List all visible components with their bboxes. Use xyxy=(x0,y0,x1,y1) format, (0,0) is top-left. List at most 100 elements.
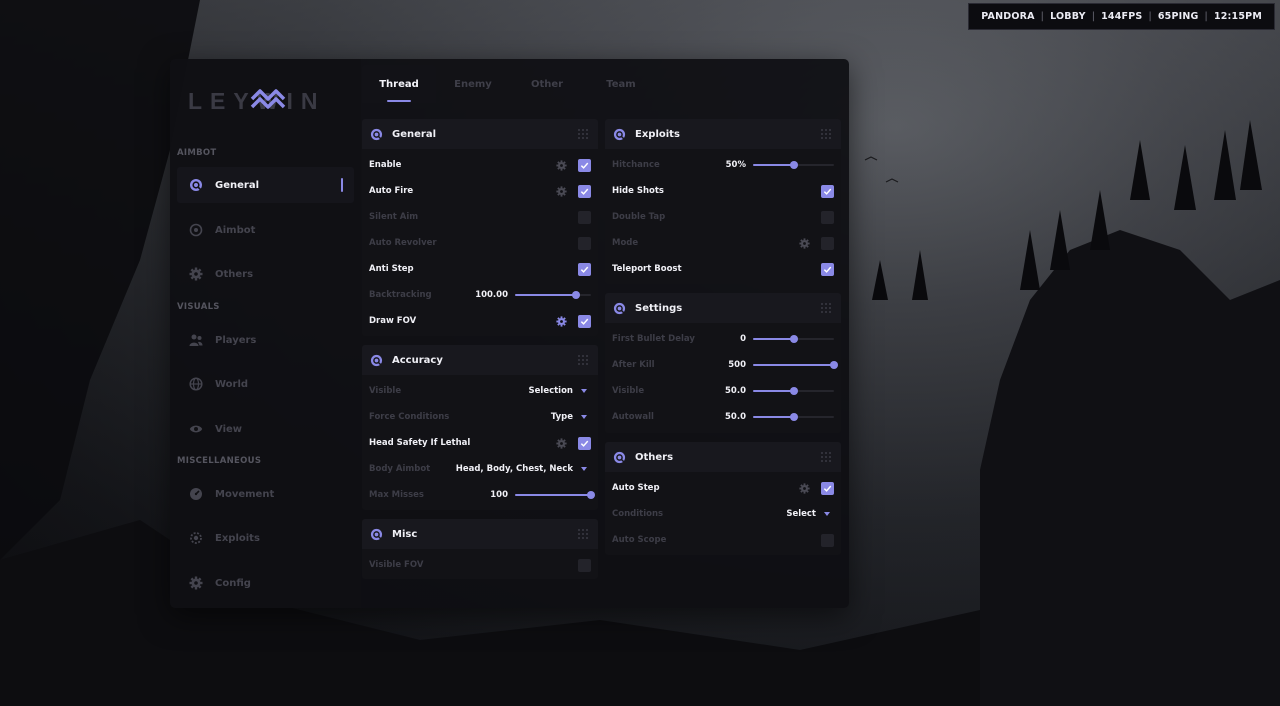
checkbox[interactable] xyxy=(578,158,591,172)
slider[interactable] xyxy=(515,488,595,502)
tab-bar: Thread Enemy Other Team xyxy=(362,65,658,105)
checkbox[interactable] xyxy=(578,210,591,224)
option-autowall: Autowall 50.0 xyxy=(605,404,841,430)
slider-knob[interactable] xyxy=(830,361,838,369)
checkbox[interactable] xyxy=(821,481,834,495)
tab-thread[interactable]: Thread xyxy=(362,65,436,103)
dropdown-value: Head, Body, Chest, Neck xyxy=(455,464,573,474)
option-label: Conditions xyxy=(612,509,664,519)
sidebar-item-movement[interactable]: Movement xyxy=(177,476,354,512)
dropdown[interactable]: Type xyxy=(551,412,587,422)
slider-knob[interactable] xyxy=(789,387,798,395)
option-label: Auto Step xyxy=(612,483,660,493)
option-double-tap: Double Tap xyxy=(605,204,841,230)
bug-icon xyxy=(189,531,203,545)
checkbox[interactable] xyxy=(821,210,834,224)
drag-handle-icon[interactable] xyxy=(577,354,589,369)
sidebar-item-label: View xyxy=(215,423,243,435)
slider-knob[interactable] xyxy=(789,413,798,421)
sidebar-item-label: Config xyxy=(215,577,251,589)
option-label: Auto Scope xyxy=(612,535,667,545)
option-label: Double Tap xyxy=(612,212,666,222)
dropdown-value: Selection xyxy=(528,386,573,396)
sidebar-item-players[interactable]: Players xyxy=(177,322,354,358)
slider[interactable] xyxy=(753,332,834,346)
option-label: Max Misses xyxy=(369,490,424,500)
sidebar-item-view[interactable]: View xyxy=(177,411,354,447)
sidebar-item-label: Others xyxy=(215,268,254,280)
gear-icon[interactable] xyxy=(556,185,567,197)
gear-icon[interactable] xyxy=(556,315,567,327)
crosshair-icon xyxy=(189,178,203,192)
panel-title: General xyxy=(392,128,436,140)
slider-fill xyxy=(515,294,576,296)
slider[interactable] xyxy=(753,158,834,172)
dropdown[interactable]: Select xyxy=(786,509,830,519)
logo-mark-icon xyxy=(250,85,286,121)
drag-handle-icon[interactable] xyxy=(577,528,589,543)
slider[interactable] xyxy=(515,288,591,302)
dropdown[interactable]: Head, Body, Chest, Neck xyxy=(456,464,587,474)
panel-header: Misc xyxy=(362,519,598,549)
checkbox[interactable] xyxy=(578,262,591,276)
hud-state: LOBBY xyxy=(1050,11,1086,22)
tab-team[interactable]: Team xyxy=(584,65,658,103)
drag-handle-icon[interactable] xyxy=(577,128,589,143)
sidebar-item-world[interactable]: World xyxy=(177,366,354,402)
slider-knob[interactable] xyxy=(789,161,798,169)
gear-icon[interactable] xyxy=(556,437,567,449)
gear-icon[interactable] xyxy=(799,237,810,249)
slider-knob[interactable] xyxy=(571,291,580,299)
checkbox[interactable] xyxy=(821,236,834,250)
panel-general: General Enable Auto Fire Silent Aim Auto Rev… xyxy=(362,119,598,336)
crosshair-icon xyxy=(370,528,383,541)
sidebar-item-exploits[interactable]: Exploits xyxy=(177,520,354,556)
option-label: Backtracking xyxy=(369,290,432,300)
checkbox[interactable] xyxy=(578,236,591,250)
option-visible: Visible 50.0 xyxy=(605,378,841,404)
chevron-down-icon xyxy=(581,415,587,419)
option-label: Auto Fire xyxy=(369,186,414,196)
slider[interactable] xyxy=(753,384,834,398)
slider-fill xyxy=(753,164,794,166)
panel-settings: Settings First Bullet Delay 0 After Kill 500… xyxy=(605,293,841,433)
slider-value: 100.00 xyxy=(475,290,508,300)
panel-title: Exploits xyxy=(635,128,680,140)
drag-handle-icon[interactable] xyxy=(820,451,832,466)
slider[interactable] xyxy=(753,410,834,424)
checkbox[interactable] xyxy=(821,184,834,198)
sidebar-item-aimbot[interactable]: Aimbot xyxy=(177,212,354,248)
panel-header: Others xyxy=(605,442,841,472)
slider-knob[interactable] xyxy=(587,491,595,499)
checkbox[interactable] xyxy=(821,262,834,276)
panel-exploits: Exploits Hitchance 50% Hide Shots Double Tap… xyxy=(605,119,841,284)
gear-icon xyxy=(189,267,203,281)
checkbox[interactable] xyxy=(578,558,591,572)
slider-value: 50% xyxy=(725,160,746,170)
chevron-down-icon xyxy=(824,512,830,516)
hud-fps: 144FPS xyxy=(1101,11,1143,22)
slider-knob[interactable] xyxy=(789,335,798,343)
slider[interactable] xyxy=(753,358,838,372)
tab-other[interactable]: Other xyxy=(510,65,584,103)
checkbox[interactable] xyxy=(578,436,591,450)
gear-icon[interactable] xyxy=(799,482,810,494)
option-label: Auto Revolver xyxy=(369,238,437,248)
slider-value: 500 xyxy=(728,360,746,370)
panel-header: General xyxy=(362,119,598,149)
checkbox[interactable] xyxy=(578,184,591,198)
checkbox[interactable] xyxy=(578,314,591,328)
drag-handle-icon[interactable] xyxy=(820,302,832,317)
checkbox[interactable] xyxy=(821,533,834,547)
sidebar-item-config[interactable]: Config xyxy=(177,565,354,601)
eye-icon xyxy=(189,422,203,436)
drag-handle-icon[interactable] xyxy=(820,128,832,143)
option-label: Head Safety If Lethal xyxy=(369,438,471,448)
sidebar-item-general[interactable]: General xyxy=(177,167,354,203)
tab-enemy[interactable]: Enemy xyxy=(436,65,510,103)
status-hud: PANDORA | LOBBY | 144FPS | 65PING | 12:1… xyxy=(968,3,1275,30)
slider-fill xyxy=(515,494,591,496)
sidebar-item-others[interactable]: Others xyxy=(177,256,354,292)
gear-icon[interactable] xyxy=(556,159,567,171)
dropdown[interactable]: Selection xyxy=(529,386,587,396)
